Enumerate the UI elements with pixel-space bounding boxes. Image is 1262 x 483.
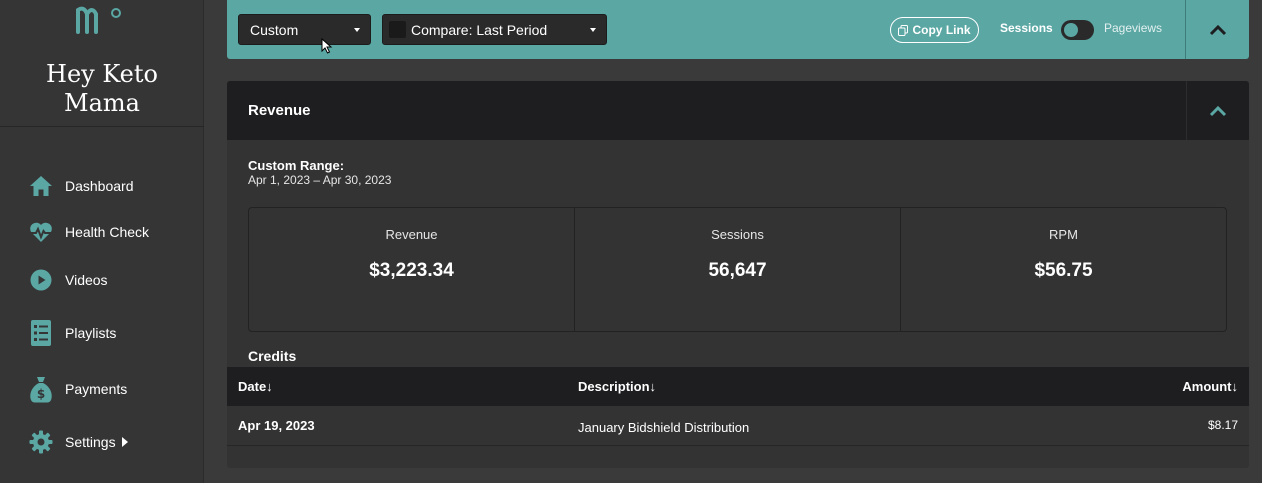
credits-table-header: Date↓ Description↓ Amount↓	[227, 367, 1249, 406]
date-range-select-value: Custom	[250, 21, 299, 38]
stat-rpm: RPM $56.75	[901, 208, 1226, 331]
mouse-cursor-icon	[321, 38, 333, 54]
filter-bar: Custom Compare: Last Period Copy Link Se…	[227, 0, 1249, 59]
sidebar-item-payments[interactable]: $ Payments	[28, 374, 127, 404]
compare-select[interactable]: Compare: Last Period	[382, 14, 607, 45]
sidebar-item-health-check[interactable]: Health Check	[28, 217, 149, 247]
sessions-toggle-label: Sessions	[1000, 21, 1053, 35]
sidebar-item-label: Settings	[65, 434, 116, 450]
stat-value: 56,647	[708, 260, 767, 281]
chevron-up-icon	[1209, 105, 1227, 116]
stat-revenue: Revenue $3,223.34	[249, 208, 575, 331]
stat-sessions: Sessions 56,647	[575, 208, 901, 331]
revenue-panel: Revenue Custom Range: Apr 1, 2023 – Apr …	[227, 81, 1249, 468]
sidebar-item-dashboard[interactable]: Dashboard	[28, 171, 134, 201]
revenue-panel-header: Revenue	[227, 81, 1249, 140]
panel-title: Revenue	[248, 102, 311, 119]
date-range-select[interactable]: Custom	[238, 14, 371, 45]
sidebar-item-settings[interactable]: Settings	[28, 427, 128, 457]
compare-select-value: Compare: Last Period	[411, 21, 548, 38]
chevron-up-icon	[1209, 24, 1226, 35]
sidebar-item-label: Videos	[65, 272, 108, 288]
stat-label: Revenue	[385, 227, 438, 242]
stats-grid: Revenue $3,223.34 Sessions 56,647 RPM $5…	[248, 207, 1227, 332]
copy-icon	[898, 24, 909, 36]
stat-value: $56.75	[1034, 260, 1093, 281]
sidebar-item-label: Payments	[65, 381, 128, 397]
custom-range-value: Apr 1, 2023 – Apr 30, 2023	[248, 173, 392, 187]
gear-icon	[28, 429, 54, 455]
sidebar-item-videos[interactable]: Videos	[28, 265, 108, 295]
stat-label: RPM	[1049, 227, 1078, 242]
sidebar-item-label: Health Check	[65, 224, 150, 240]
money-bag-icon: $	[28, 376, 54, 403]
column-header-amount[interactable]: Amount↓	[1182, 379, 1238, 394]
sidebar-item-label: Playlists	[65, 325, 117, 341]
toggle-knob	[1064, 23, 1078, 37]
brand-logo-icon[interactable]	[76, 4, 124, 38]
sessions-pageviews-toggle[interactable]	[1061, 20, 1094, 40]
play-icon	[28, 267, 54, 293]
caret-right-icon	[121, 437, 128, 447]
stat-value: $3,223.34	[369, 260, 454, 281]
stat-label: Sessions	[711, 227, 764, 242]
compare-checkbox[interactable]	[389, 21, 406, 38]
copy-link-label: Copy Link	[912, 23, 971, 37]
home-icon	[28, 173, 54, 199]
cell-date: Apr 19, 2023	[238, 418, 315, 433]
cell-amount: $8.17	[1207, 418, 1238, 432]
sidebar-item-playlists[interactable]: Playlists	[28, 318, 116, 348]
dropdown-arrow-icon	[354, 28, 360, 32]
svg-text:$: $	[37, 387, 45, 401]
filter-bar-collapse-button[interactable]	[1186, 0, 1249, 59]
sidebar-divider	[0, 126, 204, 127]
heartbeat-icon	[28, 219, 54, 245]
copy-link-button[interactable]: Copy Link	[890, 17, 979, 43]
dropdown-arrow-icon	[590, 28, 596, 32]
custom-range-title: Custom Range:	[248, 158, 345, 173]
table-row: Apr 19, 2023 January Bidshield Distribut…	[227, 406, 1249, 446]
sidebar: Hey Keto Mama Dashboard Health Check Vid…	[0, 0, 204, 483]
sidebar-item-label: Dashboard	[65, 178, 134, 194]
column-header-description[interactable]: Description↓	[578, 379, 656, 394]
credits-title: Credits	[248, 348, 297, 364]
column-header-date[interactable]: Date↓	[238, 379, 273, 394]
cell-description: January Bidshield Distribution	[578, 420, 750, 435]
site-name: Hey Keto Mama	[0, 60, 204, 118]
list-icon	[28, 320, 54, 346]
panel-collapse-button[interactable]	[1187, 81, 1249, 140]
site-name-text: Hey Keto Mama	[46, 60, 158, 117]
pageviews-toggle-label: Pageviews	[1104, 21, 1163, 35]
